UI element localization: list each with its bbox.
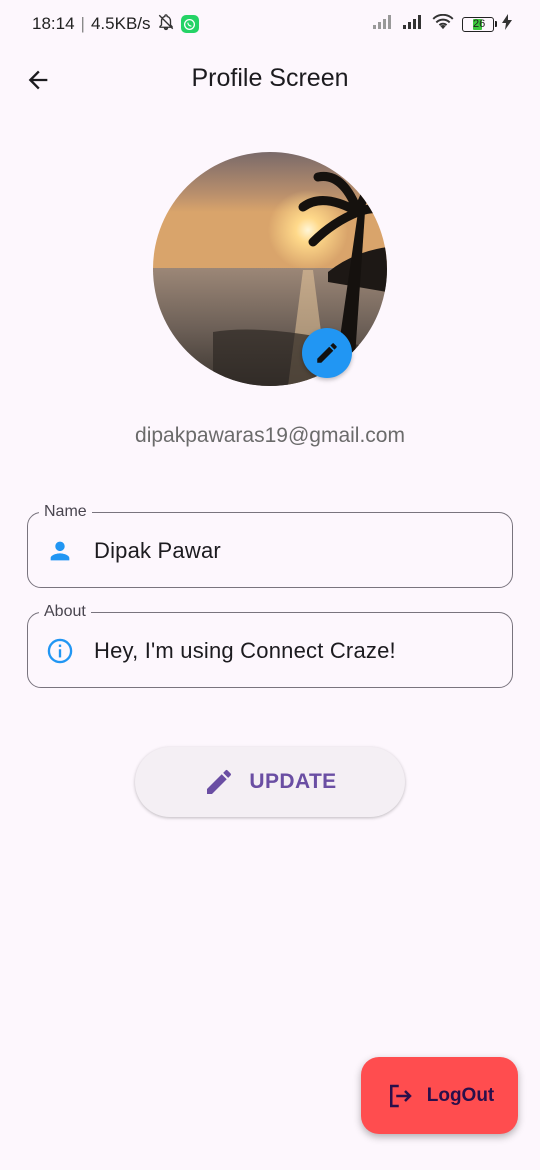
mute-bell-icon xyxy=(157,13,175,36)
logout-icon xyxy=(389,1084,412,1107)
pencil-icon xyxy=(317,343,337,363)
whatsapp-icon xyxy=(180,15,199,33)
status-left: 18:14 | 4.5KB/s xyxy=(32,13,199,36)
signal-icon xyxy=(372,14,394,35)
charging-bolt-icon xyxy=(502,13,512,35)
avatar-edit-button[interactable] xyxy=(302,328,352,378)
status-right: 26 xyxy=(372,13,512,35)
status-bar: 18:14 | 4.5KB/s 26 xyxy=(0,0,540,48)
status-time: 18:14 xyxy=(32,14,75,33)
logout-button[interactable]: LogOut xyxy=(361,1057,518,1134)
logout-button-label: LogOut xyxy=(426,1084,495,1106)
about-field[interactable]: About Hey, I'm using Connect Craze! xyxy=(27,602,513,688)
info-icon xyxy=(46,637,74,665)
page-title: Profile Screen xyxy=(191,64,349,92)
status-divider: | xyxy=(80,14,85,33)
battery-level: 26 xyxy=(473,17,486,30)
name-field-label: Name xyxy=(39,502,92,522)
battery-icon: 26 xyxy=(462,16,497,32)
signal-icon xyxy=(402,14,424,35)
profile-email: dipakpawaras19@gmail.com xyxy=(135,424,405,447)
person-icon xyxy=(46,537,74,565)
update-button-label: UPDATE xyxy=(249,770,337,793)
app-bar: Profile Screen xyxy=(0,48,540,110)
status-speed: 4.5KB/s xyxy=(90,14,151,33)
about-field-value[interactable]: Hey, I'm using Connect Craze! xyxy=(94,637,396,665)
name-field-value[interactable]: Dipak Pawar xyxy=(94,537,221,565)
about-field-label: About xyxy=(39,602,91,622)
update-button[interactable]: UPDATE xyxy=(135,747,405,817)
pencil-icon xyxy=(207,769,232,794)
name-field[interactable]: Name Dipak Pawar xyxy=(27,502,513,588)
wifi-icon xyxy=(432,13,454,35)
